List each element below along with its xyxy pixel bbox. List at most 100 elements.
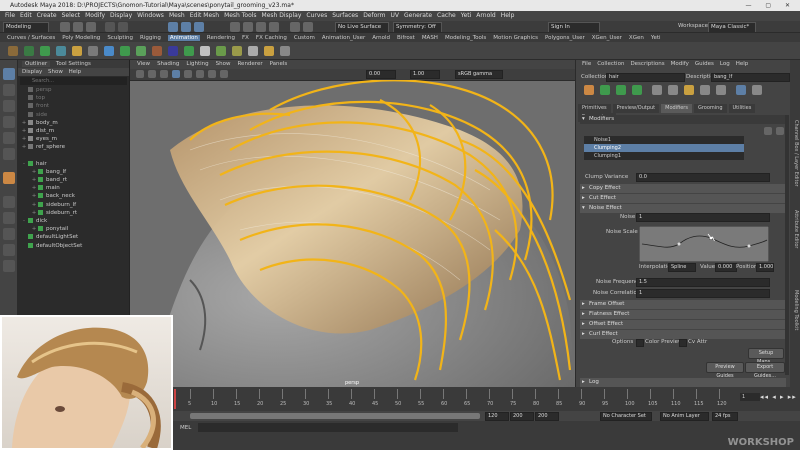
scale-tool-icon[interactable] <box>3 148 15 160</box>
expand-toggle-icon[interactable]: + <box>20 127 28 135</box>
copy-effect-section[interactable]: ▸ Copy Effect <box>580 184 786 193</box>
shelf-tab[interactable]: Motion Graphics <box>493 35 538 41</box>
shelf-tool-icon[interactable] <box>168 46 178 56</box>
current-time-marker[interactable] <box>174 389 176 409</box>
position-field[interactable]: 1.000 <box>756 263 774 272</box>
outliner-item[interactable]: + dist_m <box>18 127 129 135</box>
shelf-tool-icon[interactable] <box>72 46 82 56</box>
shelf-tool-icon[interactable] <box>88 46 98 56</box>
xgen-icon[interactable] <box>700 85 710 95</box>
flatness-effect-section[interactable]: ▸ Flatness Effect <box>580 310 786 319</box>
shelf-tab[interactable]: XGen <box>629 35 644 41</box>
shelf-tool-icon[interactable] <box>216 46 226 56</box>
ipr-render-icon[interactable] <box>303 22 313 32</box>
noise-scale-ramp[interactable] <box>639 226 769 262</box>
persp-outliner-icon[interactable] <box>3 228 15 240</box>
command-language-label[interactable]: MEL <box>180 425 191 431</box>
live-surface-field[interactable]: No Live Surface <box>335 22 389 32</box>
remove-modifier-icon[interactable] <box>776 127 784 135</box>
current-frame-field[interactable]: 1 <box>740 393 760 401</box>
workspace-dropdown[interactable]: Maya Classic* <box>708 22 756 32</box>
xgen-menu-log[interactable]: Log <box>720 61 730 67</box>
channel-box-tab[interactable]: Channel Box / Layer Editor <box>791 120 799 187</box>
modifier-list-item[interactable]: Noise1 <box>584 136 744 144</box>
expand-toggle-icon[interactable]: + <box>20 135 28 143</box>
expand-toggle-icon[interactable]: - <box>20 217 28 225</box>
anim-end-field[interactable]: 200 <box>510 412 534 421</box>
outliner-item[interactable] <box>18 152 129 160</box>
modifier-list-item[interactable]: Clumping1 <box>584 152 744 160</box>
shelf-tab[interactable]: Animation <box>167 35 200 41</box>
xgen-menu-guides[interactable]: Guides <box>695 61 714 67</box>
menu-surfaces[interactable]: Surfaces <box>332 12 358 19</box>
outliner-item[interactable]: + eyes_m <box>18 135 129 143</box>
open-scene-icon[interactable] <box>73 22 83 32</box>
xgen-icon[interactable] <box>584 85 594 95</box>
outliner-search-input[interactable]: Search... <box>20 77 127 85</box>
shelf-tab[interactable]: Poly Modeling <box>62 35 100 41</box>
xgen-menu-modify[interactable]: Modify <box>671 61 689 67</box>
menu-windows[interactable]: Windows <box>137 12 164 19</box>
exposure-field[interactable]: 0.00 <box>366 70 396 79</box>
expand-toggle-icon[interactable]: + <box>30 201 38 209</box>
modifier-list[interactable]: Noise1 Clumping2 Clumping1 <box>584 136 744 160</box>
menu-mesh-tools[interactable]: Mesh Tools <box>224 12 256 19</box>
noise-correlation-field[interactable]: 1 <box>636 289 770 298</box>
viewport-menu-panels[interactable]: Panels <box>270 61 288 67</box>
new-scene-icon[interactable] <box>60 22 70 32</box>
viewport-menu-renderer[interactable]: Renderer <box>237 61 262 67</box>
viewport-menu-lighting[interactable]: Lighting <box>186 61 208 67</box>
xgen-tool-icon[interactable] <box>3 172 15 184</box>
shelf-tab[interactable]: Animation_User <box>322 35 365 41</box>
shelf-tool-icon[interactable] <box>8 46 18 56</box>
paint-select-tool-icon[interactable] <box>3 100 15 112</box>
snap-grid-icon[interactable] <box>230 22 240 32</box>
outliner-item[interactable]: + sideburn_rt <box>18 209 129 217</box>
outliner-menu-show[interactable]: Show <box>48 69 63 75</box>
xgen-menu-descriptions[interactable]: Descriptions <box>630 61 664 67</box>
outliner-item[interactable]: + band_rt <box>18 176 129 184</box>
noise-effect-section[interactable]: ▾ Noise Effect <box>580 204 786 213</box>
ramp-point[interactable] <box>677 242 681 246</box>
shadows-icon[interactable] <box>208 70 216 78</box>
select-by-component-icon[interactable] <box>194 22 204 32</box>
cut-effect-section[interactable]: ▸ Cut Effect <box>580 194 786 203</box>
menuset-dropdown[interactable]: Modeling <box>3 22 49 32</box>
add-modifier-icon[interactable] <box>764 127 772 135</box>
select-by-hierarchy-icon[interactable] <box>168 22 178 32</box>
outliner-item[interactable]: + body_m <box>18 119 129 127</box>
outliner-item[interactable]: defaultObjectSet <box>18 242 129 250</box>
sign-in-button[interactable]: Sign In <box>548 22 600 32</box>
layout-icon[interactable] <box>3 260 15 272</box>
xray-icon[interactable] <box>220 70 228 78</box>
camera-icon[interactable] <box>136 70 144 78</box>
shelf-tab[interactable]: XGen_User <box>592 35 622 41</box>
viewport-menu-view[interactable]: View <box>137 61 150 67</box>
colorspace-dropdown[interactable]: sRGB gamma <box>455 70 503 79</box>
outliner-menu-display[interactable]: Display <box>22 69 42 75</box>
noise-frequency-field[interactable]: 1.5 <box>636 278 770 287</box>
menu-edit[interactable]: Edit <box>20 12 32 19</box>
single-view-icon[interactable] <box>3 196 15 208</box>
offset-effect-section[interactable]: ▸ Offset Effect <box>580 320 786 329</box>
cv-attr-checkbox[interactable] <box>679 339 687 347</box>
modifiers-section[interactable]: ▾ Modifiers <box>580 115 786 124</box>
shelf-tool-icon[interactable] <box>280 46 290 56</box>
outliner-item[interactable]: top <box>18 94 129 102</box>
range-end-field[interactable]: 120 <box>485 412 509 421</box>
xgen-tab-utilities[interactable]: Utilities <box>728 104 756 113</box>
menu-file[interactable]: File <box>5 12 15 19</box>
xgen-tab-preview-output[interactable]: Preview/Output <box>612 104 660 113</box>
modeling-toolkit-tab[interactable]: Modeling Toolkit <box>791 290 799 330</box>
move-tool-icon[interactable] <box>3 116 15 128</box>
shelf-tab[interactable]: Custom <box>294 35 315 41</box>
expand-toggle-icon[interactable]: + <box>30 225 38 233</box>
shelf-tool-icon[interactable] <box>104 46 114 56</box>
outliner-item[interactable]: + sideburn_lf <box>18 201 129 209</box>
outliner-item[interactable]: + main <box>18 184 129 192</box>
window-controls[interactable]: — ▢ ✕ <box>745 0 796 11</box>
save-scene-icon[interactable] <box>86 22 96 32</box>
menu-select[interactable]: Select <box>62 12 81 19</box>
undo-icon[interactable] <box>105 22 115 32</box>
render-icon[interactable] <box>290 22 300 32</box>
